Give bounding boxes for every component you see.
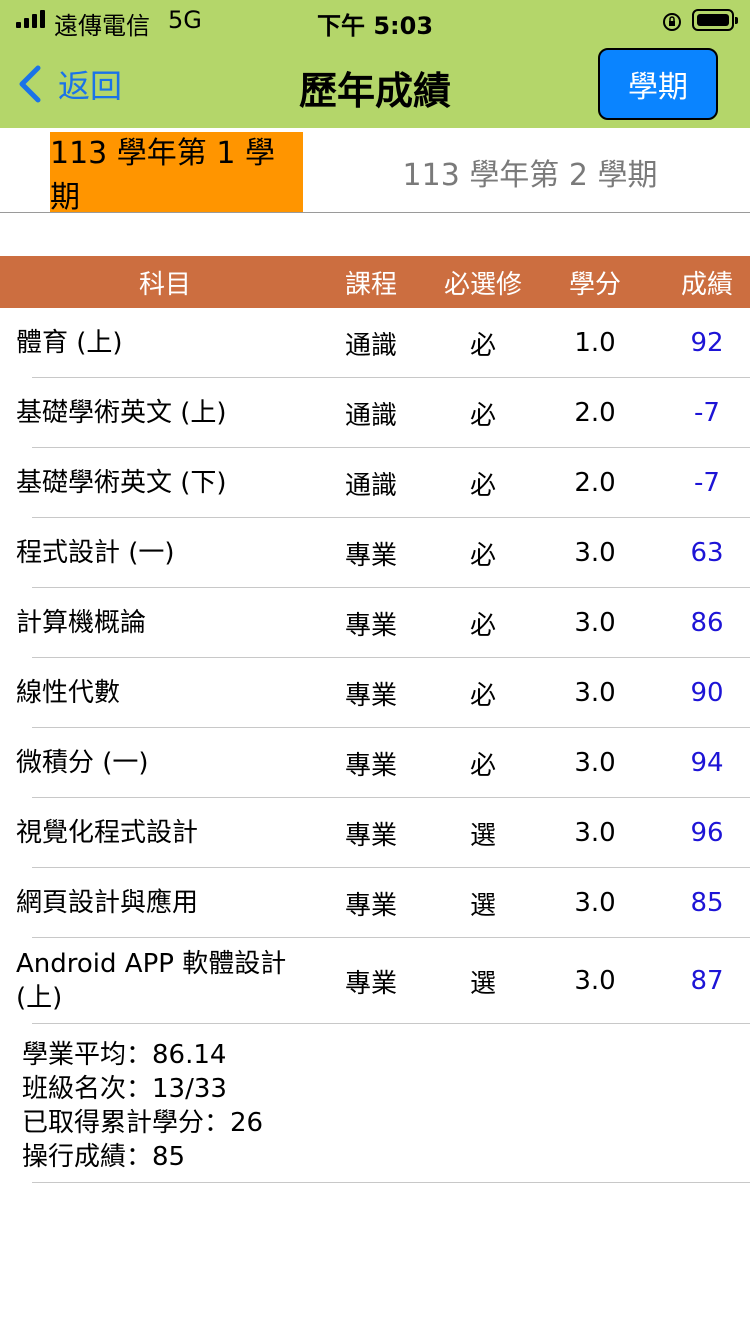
subject-cell: 微積分 (一) [16, 748, 149, 778]
table-header: 科目 課程 必選修 學分 成績 [0, 256, 750, 308]
course-type-cell: 專業 [344, 680, 397, 711]
required-cell: 選 [469, 820, 496, 851]
semester-tabs: 113 學年第 1 學期 113 學年第 2 學期 [0, 128, 750, 215]
subject-cell: 基礎學術英文 (上) [16, 398, 227, 428]
course-type-cell: 專業 [344, 540, 397, 571]
status-time: 下午 5:03 [316, 12, 434, 40]
divider [32, 1182, 750, 1183]
required-cell: 必 [469, 400, 496, 431]
required-cell: 必 [469, 610, 496, 641]
semester-button[interactable]: 學期 [598, 48, 718, 120]
score-cell: 85 [690, 888, 724, 918]
subject-cell: Android APP 軟體設計 (上) [16, 949, 287, 1013]
credits-cell: 3.0 [574, 966, 616, 996]
credits-cell: 2.0 [574, 468, 616, 498]
credits-cell: 3.0 [574, 678, 616, 708]
score-cell: 87 [690, 966, 724, 996]
score-cell: -7 [694, 468, 720, 498]
header-score: 成績 [680, 269, 733, 300]
orientation-lock-icon [662, 10, 682, 31]
summary-block: 學業平均：86.14 班級名次：13/33 已取得累計學分：26 操行成績：85 [22, 1038, 263, 1174]
table-row: 微積分 (一) 專業 必 3.0 94 [0, 728, 750, 798]
subject-cell: 線性代數 [16, 678, 121, 708]
header-required: 必選修 [443, 269, 522, 300]
subject-cell: 視覺化程式設計 [16, 818, 199, 848]
course-type-cell: 通識 [344, 470, 397, 501]
subject-cell: 體育 (上) [16, 328, 123, 358]
subject-cell: 基礎學術英文 (下) [16, 468, 227, 498]
table-row: 視覺化程式設計 專業 選 3.0 96 [0, 798, 750, 868]
course-type-cell: 專業 [344, 750, 397, 781]
subject-cell: 程式設計 (一) [16, 538, 175, 568]
score-cell: 63 [690, 538, 724, 568]
score-cell: 96 [690, 818, 724, 848]
required-cell: 選 [469, 890, 496, 921]
course-type-cell: 專業 [344, 968, 397, 999]
score-cell: 90 [690, 678, 724, 708]
score-cell: 86 [690, 608, 724, 638]
battery-icon [692, 9, 738, 31]
credits-cell: 3.0 [574, 748, 616, 778]
score-cell: -7 [694, 398, 720, 428]
credits-cell: 2.0 [574, 398, 616, 428]
table-row: 體育 (上) 通識 必 1.0 92 [0, 308, 750, 378]
summary-rank: 班級名次：13/33 [22, 1074, 227, 1104]
required-cell: 必 [469, 680, 496, 711]
table-row: 基礎學術英文 (上) 通識 必 2.0 -7 [0, 378, 750, 448]
required-cell: 必 [469, 470, 496, 501]
table-row: Android APP 軟體設計 (上) 專業 選 3.0 87 [0, 938, 750, 1024]
credits-cell: 1.0 [574, 328, 616, 358]
header-subject: 科目 [138, 269, 191, 300]
header-course-type: 課程 [344, 269, 397, 300]
status-bar: 遠傳電信 5G 下午 5:03 [0, 0, 750, 40]
summary-credits: 已取得累計學分：26 [22, 1108, 264, 1138]
credits-cell: 3.0 [574, 608, 616, 638]
tab-semester-1[interactable]: 113 學年第 1 學期 [50, 132, 303, 215]
required-cell: 必 [469, 540, 496, 571]
required-cell: 選 [469, 968, 496, 999]
subject-cell: 網頁設計與應用 [16, 888, 199, 918]
course-type-cell: 通識 [344, 400, 397, 431]
table-row: 計算機概論 專業 必 3.0 86 [0, 588, 750, 658]
navigation-bar: 遠傳電信 5G 下午 5:03 返回 歷年成績 學期 [0, 0, 750, 128]
required-cell: 必 [469, 330, 496, 361]
credits-cell: 3.0 [574, 888, 616, 918]
course-type-cell: 專業 [344, 890, 397, 921]
summary-conduct: 操行成績：85 [22, 1142, 186, 1172]
summary-average: 學業平均：86.14 [22, 1040, 227, 1070]
score-cell: 94 [690, 748, 724, 778]
score-cell: 92 [690, 328, 724, 358]
table-row: 程式設計 (一) 專業 必 3.0 63 [0, 518, 750, 588]
table-row: 網頁設計與應用 專業 選 3.0 85 [0, 868, 750, 938]
table-row: 線性代數 專業 必 3.0 90 [0, 658, 750, 728]
credits-cell: 3.0 [574, 538, 616, 568]
course-type-cell: 專業 [344, 820, 397, 851]
course-type-cell: 通識 [344, 330, 397, 361]
course-type-cell: 專業 [344, 610, 397, 641]
tab-semester-2[interactable]: 113 學年第 2 學期 [340, 132, 720, 212]
credits-cell: 3.0 [574, 818, 616, 848]
required-cell: 必 [469, 750, 496, 781]
subject-cell: 計算機概論 [16, 608, 147, 638]
row-divider [32, 1023, 750, 1024]
table-row: 基礎學術英文 (下) 通識 必 2.0 -7 [0, 448, 750, 518]
header-credits: 學分 [568, 269, 621, 300]
